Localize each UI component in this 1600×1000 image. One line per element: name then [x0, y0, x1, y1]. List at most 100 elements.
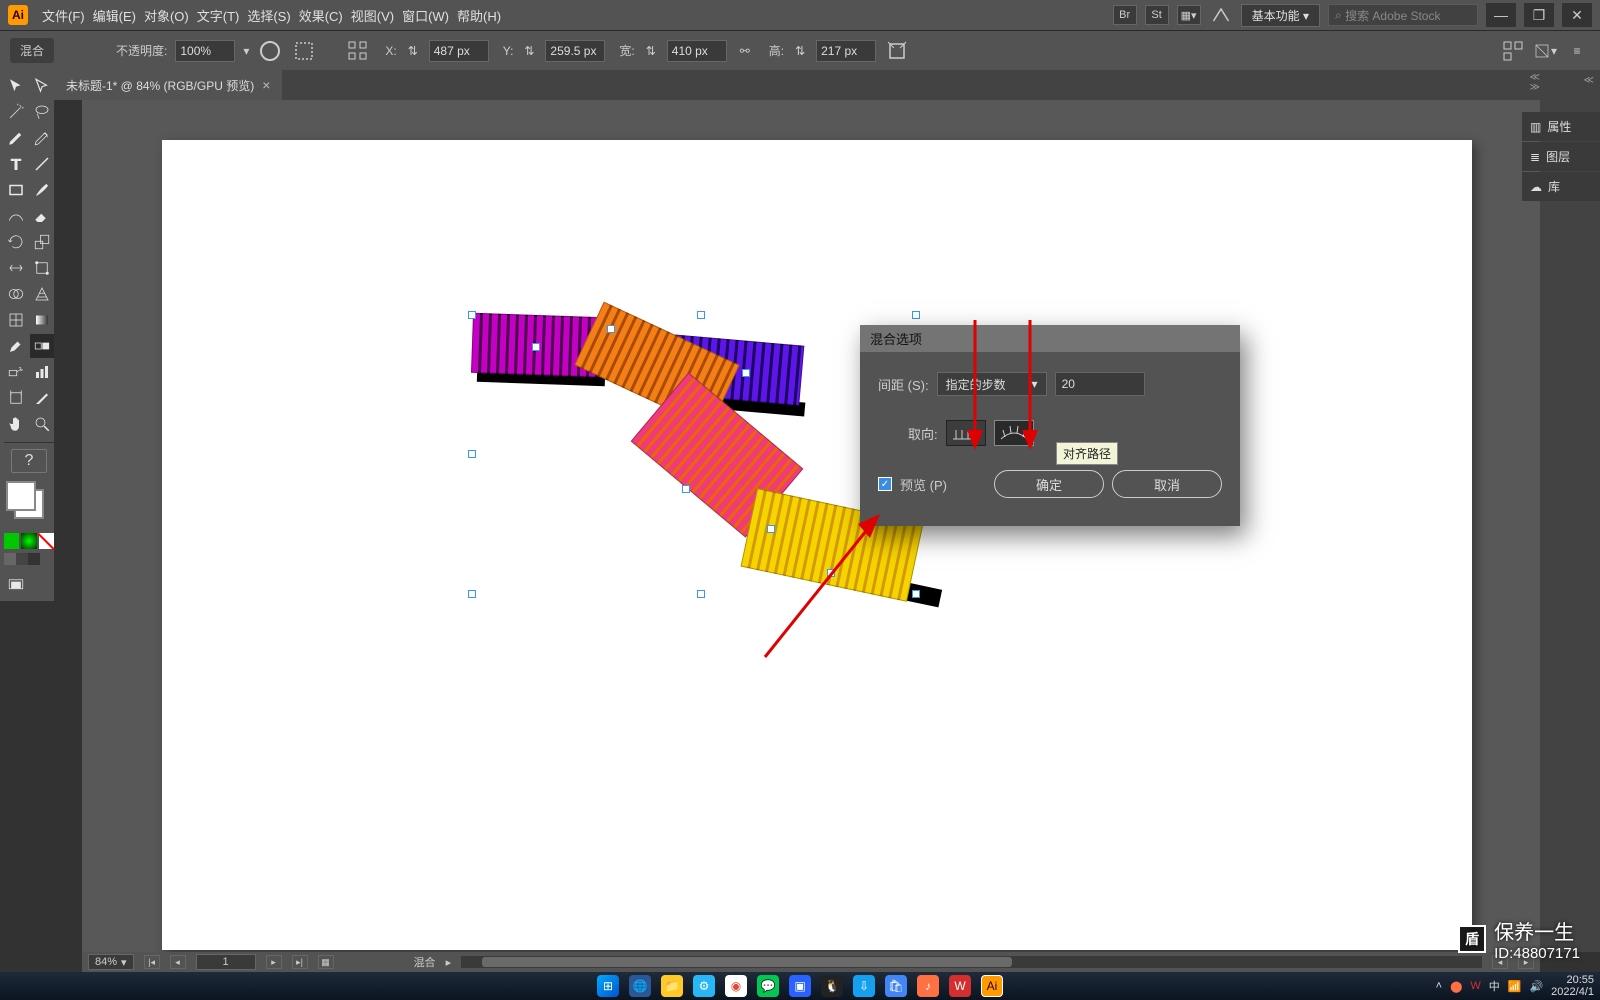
ok-button[interactable]: 确定: [994, 470, 1104, 498]
menu-edit[interactable]: 编辑(E): [93, 6, 136, 25]
pen-tool-icon[interactable]: [4, 126, 28, 150]
menu-window[interactable]: 窗口(W): [402, 6, 449, 25]
close-tab-icon[interactable]: ×: [262, 77, 270, 93]
menu-file[interactable]: 文件(F): [42, 6, 85, 25]
tray-security-icon[interactable]: ⬤: [1450, 980, 1462, 993]
selection-tool-icon[interactable]: [4, 74, 28, 98]
type-tool-icon[interactable]: [4, 152, 28, 176]
ime-icon[interactable]: 中: [1489, 978, 1500, 994]
blend-tool-icon[interactable]: [30, 334, 54, 358]
align-panel-icon[interactable]: [345, 38, 371, 64]
chrome-icon[interactable]: ◉: [725, 975, 747, 997]
gradient-mode-icon[interactable]: [21, 533, 36, 549]
width-tool-icon[interactable]: [4, 256, 28, 280]
stock-icon[interactable]: St: [1145, 5, 1169, 25]
gradient-tool-icon[interactable]: [30, 308, 54, 332]
spacing-mode-select[interactable]: 指定的步数▾: [937, 372, 1047, 396]
horizontal-scrollbar[interactable]: [461, 956, 1482, 968]
perspective-tool-icon[interactable]: [30, 282, 54, 306]
thunder-icon[interactable]: ⇩: [853, 975, 875, 997]
shape-builder-tool-icon[interactable]: [4, 282, 28, 306]
h-input[interactable]: [816, 40, 876, 62]
workspace-switcher[interactable]: 基本功能 ▾: [1241, 4, 1320, 27]
draw-normal-icon[interactable]: [4, 553, 16, 565]
more-options-icon[interactable]: ≡: [1564, 38, 1590, 64]
illustrator-taskbar-icon[interactable]: Ai: [981, 975, 1003, 997]
draw-inside-icon[interactable]: [28, 553, 40, 565]
document-tab[interactable]: 未标题-1* @ 84% (RGB/GPU 预览) ×: [54, 70, 282, 100]
music-icon[interactable]: ♪: [917, 975, 939, 997]
baidu-icon[interactable]: ▣: [789, 975, 811, 997]
link-h-icon[interactable]: ⇅: [792, 38, 808, 64]
panel-layers[interactable]: ≣ 图层: [1522, 142, 1600, 171]
window-close-button[interactable]: ✕: [1562, 3, 1592, 27]
link-xy-icon[interactable]: ⇅: [405, 38, 421, 64]
menu-effect[interactable]: 效果(C): [299, 6, 343, 25]
wechat-icon[interactable]: 💬: [757, 975, 779, 997]
canvas-area[interactable]: [82, 100, 1540, 952]
search-input[interactable]: ⌕ 搜索 Adobe Stock: [1328, 4, 1478, 26]
w-input[interactable]: [667, 40, 727, 62]
qq-icon[interactable]: 🐧: [821, 975, 843, 997]
spacing-value-input[interactable]: [1055, 372, 1145, 396]
zoom-level-select[interactable]: 84% ▾: [88, 954, 134, 970]
wps-icon[interactable]: W: [949, 975, 971, 997]
direct-selection-tool-icon[interactable]: [30, 74, 54, 98]
collapse-dock-icon[interactable]: ≪: [1584, 76, 1594, 86]
transform-panel-icon[interactable]: [291, 38, 317, 64]
tab-scroll-icon[interactable]: ≪≫: [1530, 73, 1540, 93]
explorer-icon[interactable]: 📁: [661, 975, 683, 997]
prev-artboard-button[interactable]: ◂: [170, 955, 186, 969]
menu-help[interactable]: 帮助(H): [457, 6, 501, 25]
volume-icon[interactable]: 🔊: [1529, 980, 1543, 993]
align-to-icon[interactable]: ▾: [1532, 38, 1558, 64]
tray-date[interactable]: 2022/4/1: [1551, 986, 1594, 998]
window-maximize-button[interactable]: ❐: [1524, 3, 1554, 27]
line-tool-icon[interactable]: [30, 152, 54, 176]
arrange-docs-icon[interactable]: ▦▾: [1177, 5, 1201, 25]
slice-tool-icon[interactable]: [30, 386, 54, 410]
symbol-sprayer-tool-icon[interactable]: [4, 360, 28, 384]
fill-stroke-swatch[interactable]: [4, 479, 52, 523]
isolate-icon[interactable]: [1500, 38, 1526, 64]
edit-toolbar-icon[interactable]: ?: [11, 449, 47, 473]
eraser-tool-icon[interactable]: [30, 204, 54, 228]
link-wh-icon[interactable]: ⇅: [643, 38, 659, 64]
draw-behind-icon[interactable]: [16, 553, 28, 565]
screen-mode-icon[interactable]: [4, 573, 28, 597]
none-mode-icon[interactable]: [39, 533, 54, 549]
lasso-tool-icon[interactable]: [30, 100, 54, 124]
free-transform-tool-icon[interactable]: [30, 256, 54, 280]
panel-properties[interactable]: ▥ 属性: [1522, 112, 1600, 141]
shaper-tool-icon[interactable]: [4, 204, 28, 228]
magic-wand-tool-icon[interactable]: [4, 100, 28, 124]
start-icon[interactable]: ⊞: [597, 975, 619, 997]
settings-icon[interactable]: ⚙: [693, 975, 715, 997]
constrain-icon[interactable]: ⚯: [735, 38, 755, 64]
mesh-tool-icon[interactable]: [4, 308, 28, 332]
artboard-tool-icon[interactable]: [4, 386, 28, 410]
menu-view[interactable]: 视图(V): [351, 6, 394, 25]
next-artboard-button[interactable]: ▸: [266, 955, 282, 969]
menu-type[interactable]: 文字(T): [197, 6, 240, 25]
panel-libraries[interactable]: ☁ 库: [1522, 172, 1600, 201]
tray-up-icon[interactable]: ˄: [1436, 980, 1442, 992]
shape-prop-icon[interactable]: [884, 38, 910, 64]
cancel-button[interactable]: 取消: [1112, 470, 1222, 498]
scale-tool-icon[interactable]: [30, 230, 54, 254]
menu-select[interactable]: 选择(S): [247, 6, 290, 25]
status-chevron-icon[interactable]: ▸: [446, 956, 452, 969]
tray-wps-icon[interactable]: W: [1470, 980, 1480, 992]
last-artboard-button[interactable]: ▸|: [292, 955, 308, 969]
bridge-icon[interactable]: Br: [1113, 5, 1137, 25]
recolor-icon[interactable]: [257, 38, 283, 64]
artboard-nav-icon[interactable]: ▦: [318, 955, 334, 969]
network-icon[interactable]: 📶: [1508, 980, 1522, 993]
preview-checkbox[interactable]: ✓: [878, 477, 892, 491]
graph-tool-icon[interactable]: [30, 360, 54, 384]
edge-icon[interactable]: 🌐: [629, 975, 651, 997]
opacity-chevron-icon[interactable]: ▾: [243, 44, 249, 58]
eyedropper-tool-icon[interactable]: [4, 334, 28, 358]
rectangle-tool-icon[interactable]: [4, 178, 28, 202]
curvature-tool-icon[interactable]: [30, 126, 54, 150]
